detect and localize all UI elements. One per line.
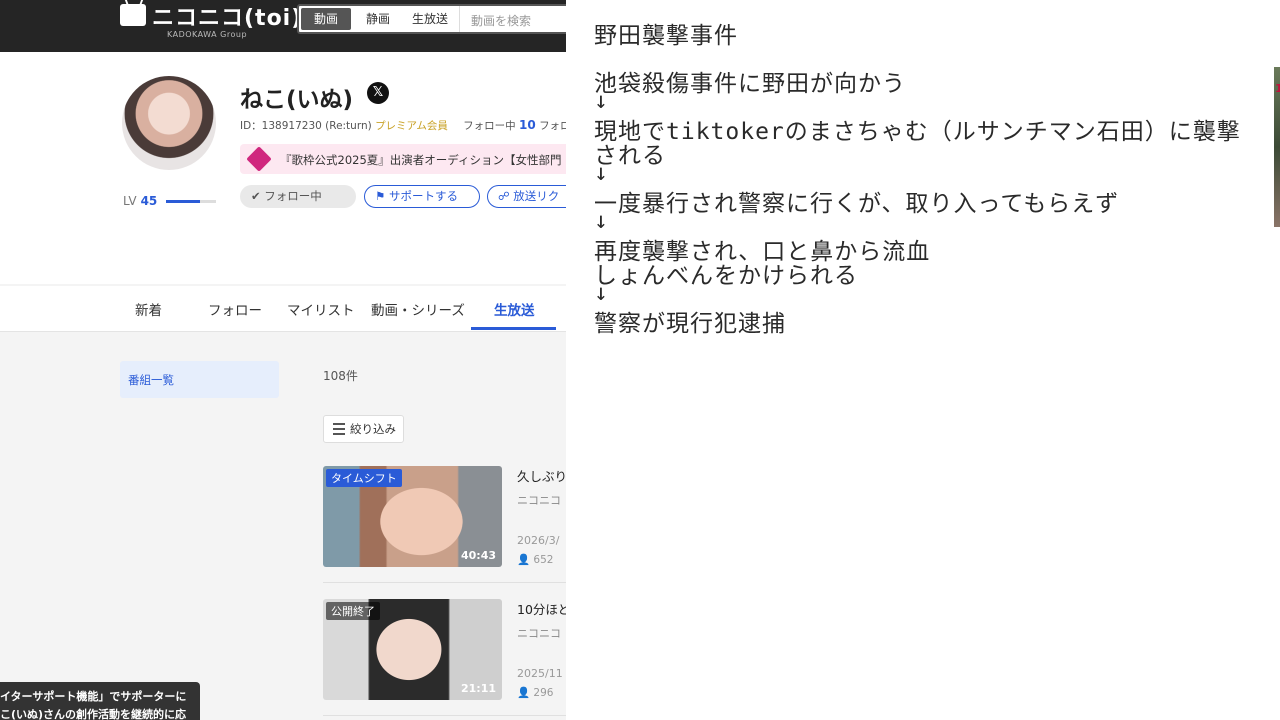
tab-follow[interactable]: フォロー xyxy=(208,299,262,319)
active-tab-indicator xyxy=(471,327,556,330)
view-count: 👤 296 xyxy=(517,687,554,699)
audition-banner[interactable]: 『歌枠公式2025夏』出演者オーディション【女性部門 xyxy=(240,144,566,174)
memo-line: 一度暴行され警察に行くが、取り入ってもらえず xyxy=(594,191,1120,217)
level-indicator: LV 45 xyxy=(123,194,157,208)
search-divider xyxy=(459,6,460,32)
edge-number: 1 xyxy=(1275,82,1280,95)
tooltip-line-1: イターサポート機能」でサポーターに xyxy=(0,690,187,703)
user-id: ID：138917230 (Re:turn) xyxy=(240,120,372,132)
ticket-icon xyxy=(246,146,272,172)
support-tooltip: イターサポート機能」でサポーターに こ(いぬ)さんの創作活動を継続的に応 xyxy=(0,682,200,720)
tooltip-line-2: こ(いぬ)さんの創作活動を継続的に応 xyxy=(0,708,187,720)
memo-line: 現地でtiktokerのまさちゃむ（ルサンチマン石田）に襲撃 xyxy=(594,119,1241,145)
filter-label: 絞り込み xyxy=(350,422,396,436)
profile-card: ねこ(いぬ) 𝕏 ID：138917230 (Re:turn) プレミアム会員 … xyxy=(0,52,566,284)
search-box: 動画 静画 生放送 動画を検索 xyxy=(297,4,566,34)
following-count[interactable]: 10 xyxy=(519,118,536,132)
x-icon[interactable]: 𝕏 xyxy=(367,82,389,104)
search-tab-video[interactable]: 動画 xyxy=(301,8,351,30)
view-count: 👤 652 xyxy=(517,554,554,566)
memo-arrow: ↓ xyxy=(594,160,609,186)
level-progress-fill xyxy=(166,200,200,203)
tv-icon xyxy=(120,4,146,26)
memo-line: しょんべんをかけられる xyxy=(594,263,858,289)
timeshift-badge: タイムシフト xyxy=(326,469,402,487)
level-label: LV xyxy=(123,194,137,208)
filter-icon xyxy=(333,423,345,435)
video-date: 2025/11 xyxy=(517,667,563,680)
filter-button[interactable]: 絞り込み xyxy=(323,415,404,443)
level-progress-bar xyxy=(166,200,216,203)
tab-mylist[interactable]: マイリスト xyxy=(287,299,355,319)
memo-arrow: ↓ xyxy=(594,280,609,306)
logo-text: ニコニコ(toi) xyxy=(152,6,303,31)
level-value: 45 xyxy=(140,194,158,208)
search-tab-live[interactable]: 生放送 xyxy=(405,8,455,30)
video-thumbnail[interactable]: 公開終了 21:11 xyxy=(323,599,502,700)
sidebar-item-label: 番組一覧 xyxy=(128,373,174,387)
divider xyxy=(323,715,566,716)
search-tab-image[interactable]: 静画 xyxy=(353,8,403,30)
memo-arrow: ↓ xyxy=(594,208,609,234)
user-name: ねこ(いぬ) xyxy=(240,87,354,113)
video-date: 2026/3/ xyxy=(517,534,560,547)
divider xyxy=(323,582,566,583)
memo-line: 警察が現行犯逮捕 xyxy=(594,311,786,337)
video-title[interactable]: 久しぶり xyxy=(517,466,566,485)
memo-arrow: ↓ xyxy=(594,88,609,114)
tab-new[interactable]: 新着 xyxy=(135,299,162,319)
tab-live[interactable]: 生放送 xyxy=(494,299,535,319)
premium-badge[interactable]: プレミアム会員 xyxy=(375,120,448,132)
avatar[interactable] xyxy=(122,76,216,170)
memo-pane: 野田襲撃事件 池袋殺傷事件に野田が向かう ↓ 現地でtiktokerのまさちゃむ… xyxy=(566,0,1280,720)
followers-label[interactable]: フォロ xyxy=(539,120,566,132)
user-id-line: ID：138917230 (Re:turn) プレミアム会員 フォロー中 10 … xyxy=(240,118,566,133)
result-count: 108件 xyxy=(323,369,358,383)
memo-title: 野田襲撃事件 xyxy=(594,23,738,49)
sidebar-item-program-list[interactable]: 番組一覧 xyxy=(120,361,279,398)
duration: 21:11 xyxy=(460,682,496,695)
site-header: ニコニコ(toi) KADOKAWA Group 動画 静画 生放送 動画を検索 xyxy=(0,0,566,52)
support-button[interactable]: ⚑ サポートする xyxy=(364,185,480,208)
duration: 40:43 xyxy=(460,549,496,562)
following-label[interactable]: フォロー中 xyxy=(463,120,516,132)
following-button[interactable]: ✔ フォロー中 xyxy=(240,185,356,208)
video-thumbnail[interactable]: タイムシフト 40:43 xyxy=(323,466,502,567)
tab-videos-series[interactable]: 動画・シリーズ xyxy=(371,299,465,319)
search-input[interactable]: 動画を検索 xyxy=(471,12,531,29)
profile-tabs: 新着 フォロー マイリスト 動画・シリーズ 生放送 xyxy=(0,286,566,332)
list-item[interactable]: 公開終了 21:11 10分ほど ニコニコ 2025/11 👤 296 xyxy=(323,599,566,700)
browser-page-pane: ニコニコ(toi) KADOKAWA Group 動画 静画 生放送 動画を検索… xyxy=(0,0,566,720)
video-title[interactable]: 10分ほど xyxy=(517,599,566,618)
broadcast-request-button[interactable]: ☍ 放送リク xyxy=(487,185,566,208)
banner-text: 『歌枠公式2025夏』出演者オーディション【女性部門 xyxy=(280,153,562,167)
list-item[interactable]: タイムシフト 40:43 久しぶり ニコニコ 2026/3/ 👤 652 xyxy=(323,466,566,567)
video-channel: ニコニコ xyxy=(517,627,561,640)
memo-line: 池袋殺傷事件に野田が向かう xyxy=(594,71,906,97)
video-channel: ニコニコ xyxy=(517,494,561,507)
ended-badge: 公開終了 xyxy=(326,602,380,620)
logo-subtitle: KADOKAWA Group xyxy=(167,30,248,39)
